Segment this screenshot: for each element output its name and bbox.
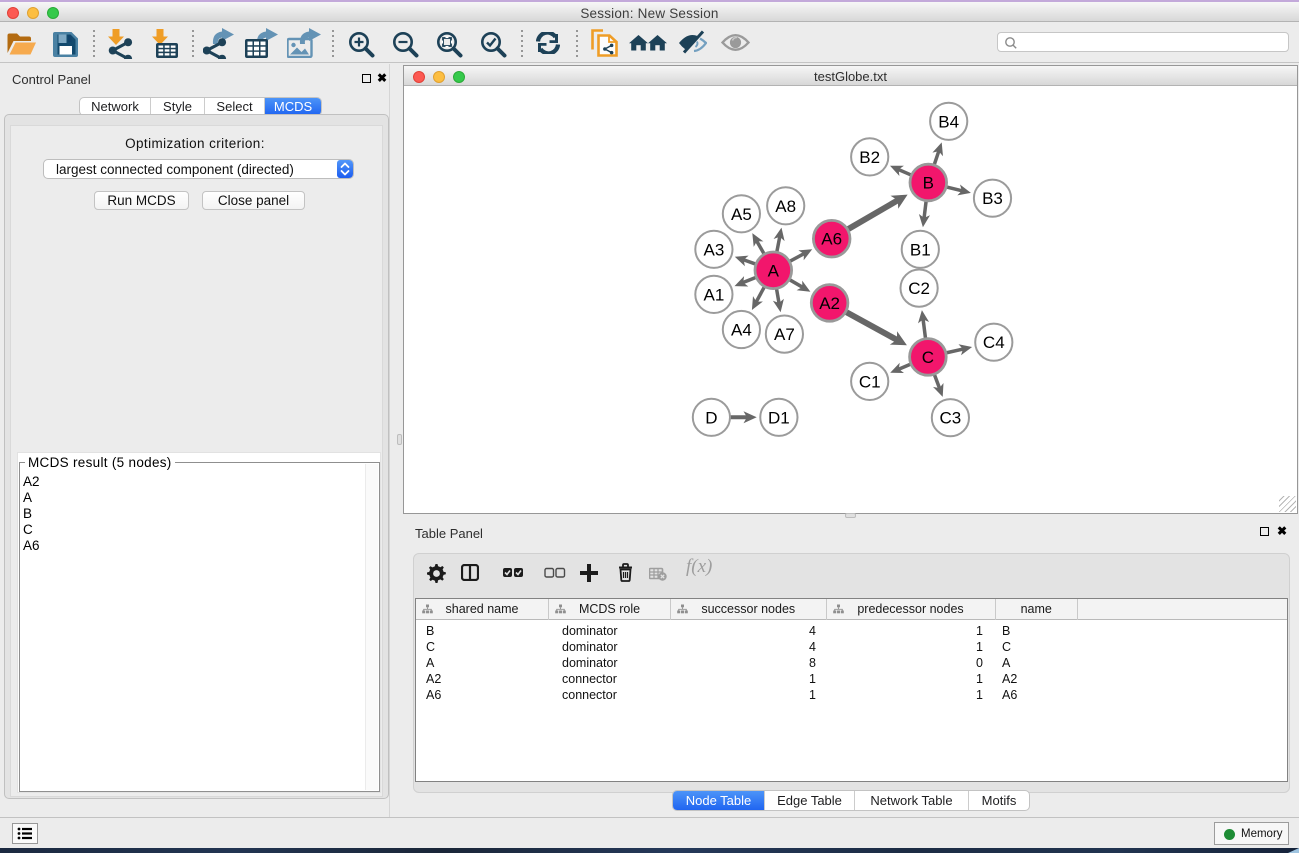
- svg-text:A8: A8: [775, 197, 796, 216]
- svg-text:A: A: [768, 261, 780, 280]
- svg-text:B: B: [923, 174, 934, 193]
- svg-text:A7: A7: [774, 325, 795, 344]
- svg-text:A4: A4: [731, 321, 752, 340]
- svg-text:C2: C2: [908, 279, 930, 298]
- svg-text:A3: A3: [704, 240, 725, 259]
- svg-text:A6: A6: [821, 230, 842, 249]
- svg-text:C1: C1: [859, 372, 881, 391]
- svg-text:D: D: [705, 408, 717, 427]
- svg-text:B1: B1: [910, 240, 931, 259]
- svg-text:A5: A5: [731, 205, 752, 224]
- svg-text:B4: B4: [938, 112, 959, 131]
- svg-text:C4: C4: [983, 333, 1005, 352]
- svg-text:D1: D1: [768, 408, 790, 427]
- svg-text:B2: B2: [859, 148, 880, 167]
- svg-text:A2: A2: [819, 294, 840, 313]
- svg-text:C3: C3: [940, 409, 962, 428]
- svg-text:C: C: [922, 348, 934, 367]
- svg-text:A1: A1: [704, 285, 725, 304]
- svg-text:B3: B3: [982, 189, 1003, 208]
